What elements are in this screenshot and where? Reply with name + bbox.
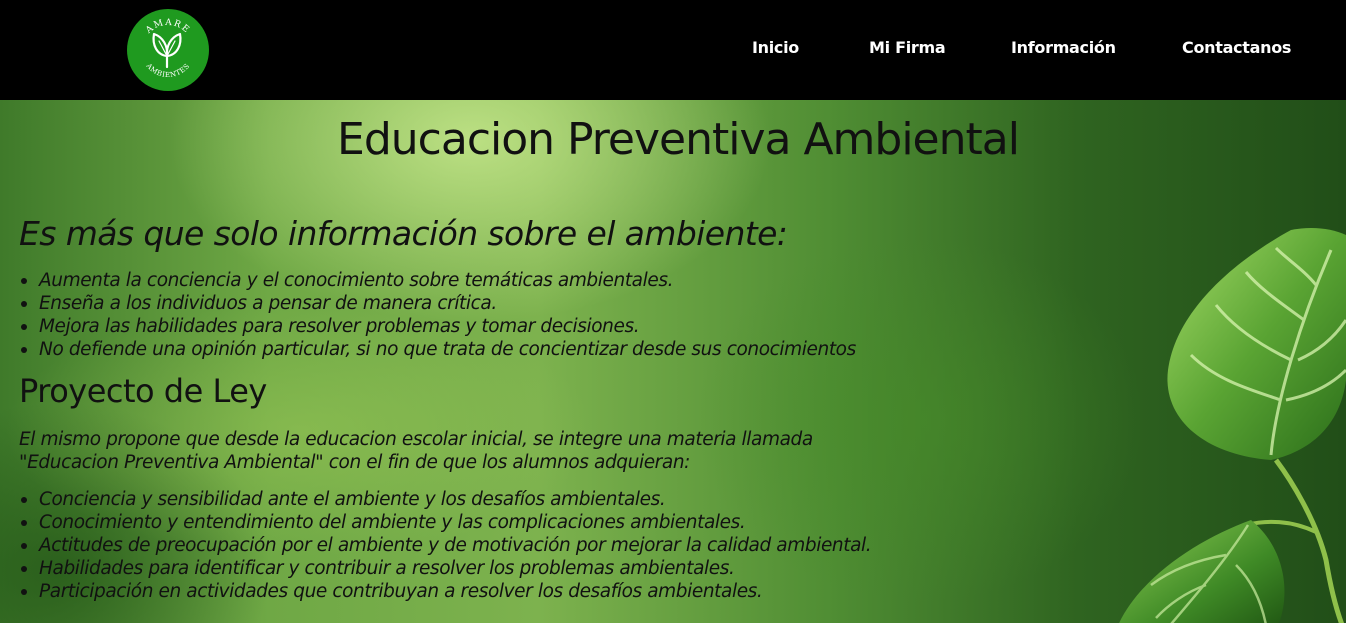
brand-logo[interactable]: AMARE AMBIENTES: [127, 9, 209, 91]
nav-mi-firma[interactable]: Mi Firma: [869, 38, 946, 57]
leaf-icon: AMARE AMBIENTES: [143, 18, 191, 79]
project-paragraph: El mismo propone que desde la educacion …: [19, 428, 919, 474]
paragraph-line-1: El mismo propone que desde la educacion …: [19, 429, 813, 450]
hero-section: Educacion Preventiva Ambiental Es más qu…: [0, 100, 1346, 623]
list-item: Enseña a los individuos a pensar de mane…: [19, 292, 856, 315]
objectives-list: Conciencia y sensibilidad ante el ambien…: [19, 488, 872, 603]
list-item: Mejora las habilidades para resolver pro…: [19, 315, 856, 338]
nav-contactanos[interactable]: Contactanos: [1182, 38, 1291, 57]
leaf-image: [1119, 227, 1346, 623]
svg-text:AMARE: AMARE: [143, 18, 191, 37]
benefits-list: Aumenta la conciencia y el conocimiento …: [19, 269, 856, 361]
logo-text-top: AMARE: [143, 18, 190, 37]
list-item: Actitudes de preocupación por el ambient…: [19, 534, 872, 557]
list-item: Aumenta la conciencia y el conocimiento …: [19, 269, 856, 292]
list-item: Habilidades para identificar y contribui…: [19, 557, 871, 580]
top-navbar: AMARE AMBIENTES Inicio Mi Firma Informac…: [0, 0, 1346, 100]
list-item: No defiende una opinión particular, si n…: [19, 338, 856, 361]
paragraph-line-2: "Educacion Preventiva Ambiental" con el …: [19, 452, 690, 473]
page-title: Educacion Preventiva Ambiental: [337, 114, 1020, 165]
nav-informacion[interactable]: Información: [1011, 38, 1116, 57]
list-item: Participación en actividades que contrib…: [19, 580, 871, 603]
list-item: Conocimiento y entendimiento del ambient…: [19, 511, 871, 534]
section-title: Proyecto de Ley: [19, 372, 267, 410]
intro-subtitle: Es más que solo información sobre el amb…: [19, 214, 788, 253]
nav-inicio[interactable]: Inicio: [752, 38, 799, 57]
list-item: Conciencia y sensibilidad ante el ambien…: [19, 488, 871, 511]
